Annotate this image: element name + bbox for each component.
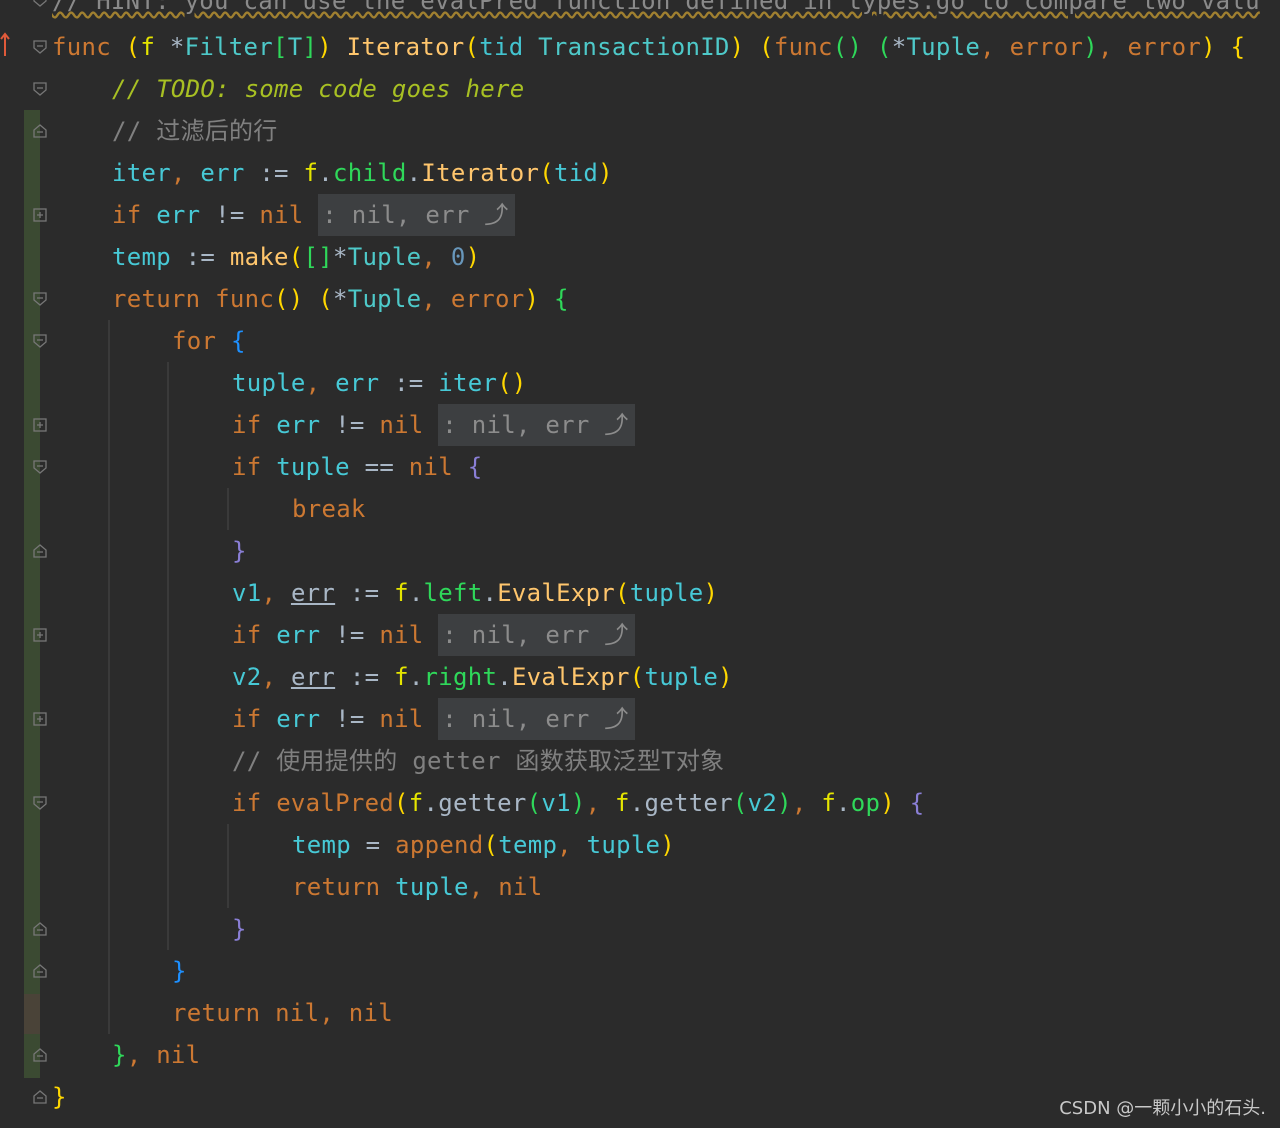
code-line[interactable]: iter, err := f.child.Iterator(tid) — [112, 152, 613, 194]
code-line[interactable]: return func() (*Tuple, error) { — [112, 278, 569, 320]
todo-comment: // TODO: some code goes here — [112, 75, 525, 103]
code-line[interactable]: } — [232, 530, 247, 572]
comment: // 使用提供的 getter 函数获取泛型T对象 — [232, 747, 725, 775]
fold-end-icon[interactable] — [33, 964, 47, 978]
code-line[interactable]: } — [232, 908, 247, 950]
comment: // 过滤后的行 — [112, 117, 278, 145]
folded-code-hint[interactable]: : nil, err ⤴ — [318, 194, 515, 236]
code-line[interactable]: } — [172, 950, 187, 992]
code-line[interactable]: return nil, nil — [172, 992, 393, 1034]
code-line[interactable]: temp = append(temp, tuple) — [292, 824, 675, 866]
code-line[interactable]: if err != nil : nil, err ⤴ — [112, 194, 515, 236]
fold-end-icon[interactable] — [33, 124, 47, 138]
code-line[interactable]: return tuple, nil — [292, 866, 542, 908]
fold-collapse-icon[interactable] — [33, 0, 47, 7]
folded-code-hint[interactable]: : nil, err ⤴ — [438, 698, 635, 740]
code-line[interactable]: // HINT: you can use the evalPred functi… — [52, 0, 1260, 22]
code-line[interactable]: if err != nil : nil, err ⤴ — [232, 698, 635, 740]
type-name: Filter — [184, 33, 273, 61]
code-line[interactable]: } — [52, 1076, 67, 1118]
code-line[interactable]: // 过滤后的行 — [112, 110, 278, 152]
code-line[interactable]: for { — [172, 320, 246, 362]
indent-guide — [108, 320, 110, 1034]
fold-expand-icon[interactable] — [33, 712, 47, 726]
fold-end-icon[interactable] — [33, 1048, 47, 1062]
indent-guide — [227, 824, 229, 908]
code-line[interactable]: func (f *Filter[T]) Iterator(tid Transac… — [52, 26, 1245, 68]
code-line[interactable]: if tuple == nil { — [232, 446, 482, 488]
code-line[interactable]: tuple, err := iter() — [232, 362, 527, 404]
code-line[interactable]: temp := make([]*Tuple, 0) — [112, 236, 480, 278]
code-line[interactable]: v1, err := f.left.EvalExpr(tuple) — [232, 572, 718, 614]
editor-gutter — [0, 0, 52, 1128]
code-area[interactable]: // HINT: you can use the evalPred functi… — [52, 0, 1280, 1128]
code-line[interactable]: if err != nil : nil, err ⤴ — [232, 614, 635, 656]
folded-code-hint[interactable]: : nil, err ⤴ — [438, 614, 635, 656]
function-name: Iterator — [346, 33, 465, 61]
fold-expand-icon[interactable] — [33, 628, 47, 642]
code-line[interactable]: // 使用提供的 getter 函数获取泛型T对象 — [232, 740, 724, 782]
fold-expand-icon[interactable] — [33, 418, 47, 432]
fold-collapse-icon[interactable] — [33, 460, 47, 474]
fold-collapse-icon[interactable] — [33, 796, 47, 810]
receiver: f — [140, 33, 156, 61]
indent-guide — [167, 362, 169, 950]
fold-collapse-icon[interactable] — [33, 292, 47, 306]
fold-end-icon[interactable] — [33, 1090, 47, 1104]
code-line[interactable]: if evalPred(f.getter(v1), f.getter(v2), … — [232, 782, 924, 824]
code-line[interactable]: }, nil — [112, 1034, 200, 1076]
indent-guide — [227, 488, 229, 530]
keyword: func — [52, 33, 111, 61]
watermark: CSDN @一颗小小的石头. — [1059, 1098, 1266, 1119]
fold-collapse-icon[interactable] — [33, 40, 47, 54]
hint-comment: // HINT: you can use the evalPred functi… — [52, 0, 1260, 15]
fold-collapse-icon[interactable] — [33, 334, 47, 348]
code-line[interactable]: break — [292, 488, 366, 530]
code-line[interactable]: // TODO: some code goes here — [112, 68, 524, 110]
fold-collapse-icon[interactable] — [33, 82, 47, 96]
fold-expand-icon[interactable] — [33, 208, 47, 222]
code-line[interactable]: v2, err := f.right.EvalExpr(tuple) — [232, 656, 733, 698]
fold-end-icon[interactable] — [33, 922, 47, 936]
override-arrow-icon[interactable] — [0, 30, 10, 60]
code-line[interactable]: if err != nil : nil, err ⤴ — [232, 404, 635, 446]
folded-code-hint[interactable]: : nil, err ⤴ — [438, 404, 635, 446]
change-marker[interactable] — [24, 994, 40, 1034]
code-editor[interactable]: // HINT: you can use the evalPred functi… — [0, 0, 1280, 1128]
fold-end-icon[interactable] — [33, 544, 47, 558]
